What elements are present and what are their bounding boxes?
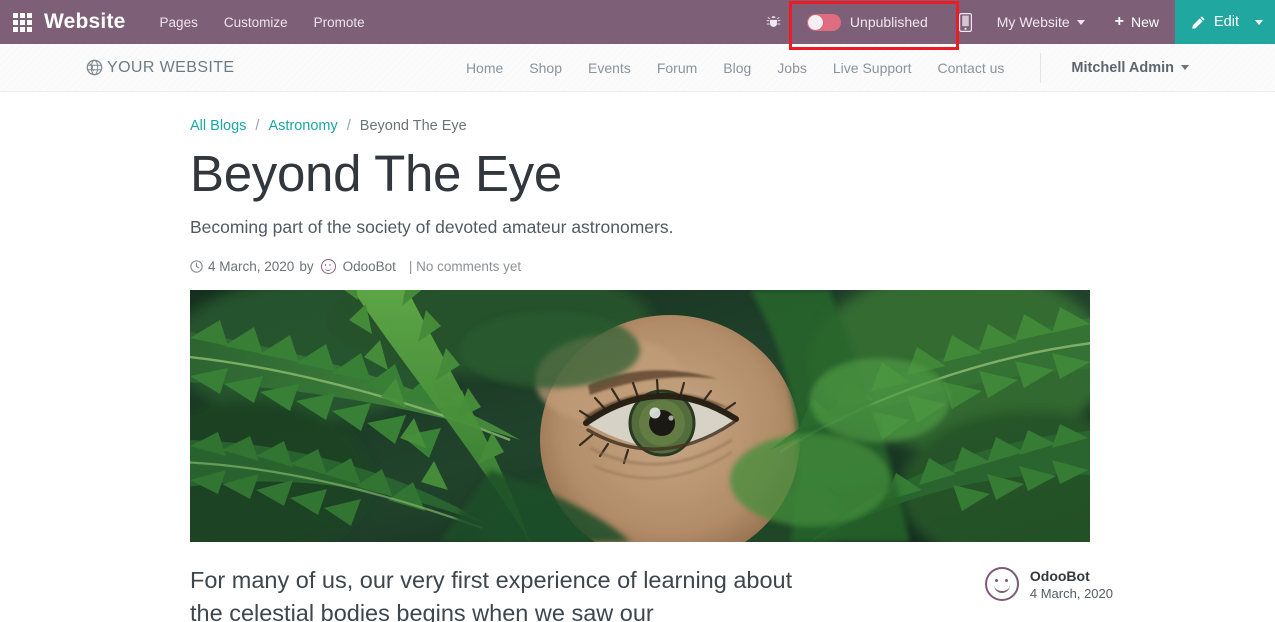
post-body-row: For many of us, our very first experienc… xyxy=(190,564,1275,622)
edit-dropdown-toggle[interactable] xyxy=(1253,0,1275,44)
page-title: Beyond The Eye xyxy=(190,145,562,202)
chevron-down-icon xyxy=(1255,19,1263,25)
post-by-label: by xyxy=(299,259,314,275)
website-logo[interactable]: YOUR WEBSITE xyxy=(86,59,234,77)
nav-link-events[interactable]: Events xyxy=(588,60,631,76)
site-selector-label: My Website xyxy=(996,14,1070,30)
new-button-label: New xyxy=(1130,14,1159,30)
smiley-avatar-icon xyxy=(320,259,336,275)
breadcrumb-current: Beyond The Eye xyxy=(359,118,467,134)
hero-image xyxy=(190,290,1090,543)
menu-item-customize[interactable]: Customize xyxy=(224,15,288,30)
chevron-down-icon xyxy=(1076,19,1085,25)
bug-icon[interactable] xyxy=(762,15,791,30)
pencil-icon xyxy=(1192,15,1205,29)
new-button[interactable]: + New xyxy=(1099,13,1175,31)
odoo-navbar-right: Unpublished My Website + New Edit xyxy=(762,0,1275,50)
nav-link-live-support[interactable]: Live Support xyxy=(833,60,912,76)
author-card-date: 4 March, 2020 xyxy=(1029,585,1113,601)
author-card-name: OdooBot xyxy=(1029,567,1090,584)
nav-divider xyxy=(1040,52,1042,83)
odoo-top-navbar: Website Pages Customize Promote Unpublis… xyxy=(0,0,1275,50)
apps-grid-icon[interactable] xyxy=(0,0,44,44)
plus-icon: + xyxy=(1114,13,1124,30)
edit-button[interactable]: Edit xyxy=(1175,0,1253,44)
post-subtitle: Becoming part of the society of devoted … xyxy=(190,217,674,238)
post-meta: 4 March, 2020 by OdooBot | No comments y… xyxy=(190,259,1275,275)
mobile-preview-icon[interactable] xyxy=(948,12,983,32)
publish-switch[interactable] xyxy=(806,13,841,31)
breadcrumb-category[interactable]: Astronomy xyxy=(268,118,337,134)
publish-status-label: Unpublished xyxy=(849,14,928,30)
nav-link-jobs[interactable]: Jobs xyxy=(777,60,807,76)
website-logo-text: YOUR WEBSITE xyxy=(107,58,235,76)
nav-link-blog[interactable]: Blog xyxy=(723,60,751,76)
blog-post-page: All Blogs / Astronomy / Beyond The Eye B… xyxy=(0,92,1275,622)
menu-item-promote[interactable]: Promote xyxy=(314,15,365,30)
menu-item-pages[interactable]: Pages xyxy=(160,15,198,30)
nav-link-contact-us[interactable]: Contact us xyxy=(937,60,1004,76)
breadcrumb-separator: / xyxy=(346,118,351,134)
site-selector-dropdown[interactable]: My Website xyxy=(983,14,1099,30)
post-body-text: For many of us, our very first experienc… xyxy=(190,567,793,622)
publish-switch-knob xyxy=(807,14,823,30)
breadcrumb-separator: / xyxy=(255,118,260,134)
publish-toggle-button[interactable]: Unpublished xyxy=(788,0,959,50)
breadcrumb-all-blogs[interactable]: All Blogs xyxy=(190,118,246,134)
user-menu-label: Mitchell Admin xyxy=(1071,59,1174,76)
breadcrumb: All Blogs / Astronomy / Beyond The Eye xyxy=(190,92,1275,134)
nav-link-forum[interactable]: Forum xyxy=(657,60,697,76)
edit-button-label: Edit xyxy=(1214,14,1239,30)
odoo-menu: Pages Customize Promote xyxy=(160,15,365,30)
smiley-avatar-icon xyxy=(984,567,1019,602)
user-menu-dropdown[interactable]: Mitchell Admin xyxy=(1071,60,1189,76)
chevron-down-icon xyxy=(1181,65,1189,70)
author-card: OdooBot 4 March, 2020 xyxy=(984,564,1113,602)
nav-link-shop[interactable]: Shop xyxy=(529,60,562,76)
website-header: YOUR WEBSITE Home Shop Events Forum Blog… xyxy=(0,44,1275,92)
globe-icon xyxy=(86,59,103,76)
website-nav: Home Shop Events Forum Blog Jobs Live Su… xyxy=(466,52,1189,83)
post-date: 4 March, 2020 xyxy=(208,259,295,275)
clock-icon xyxy=(190,260,203,273)
app-brand-title[interactable]: Website xyxy=(44,10,126,34)
post-comments-count[interactable]: | No comments yet xyxy=(409,259,521,274)
nav-link-home[interactable]: Home xyxy=(466,60,503,76)
post-author: OdooBot xyxy=(342,259,396,275)
